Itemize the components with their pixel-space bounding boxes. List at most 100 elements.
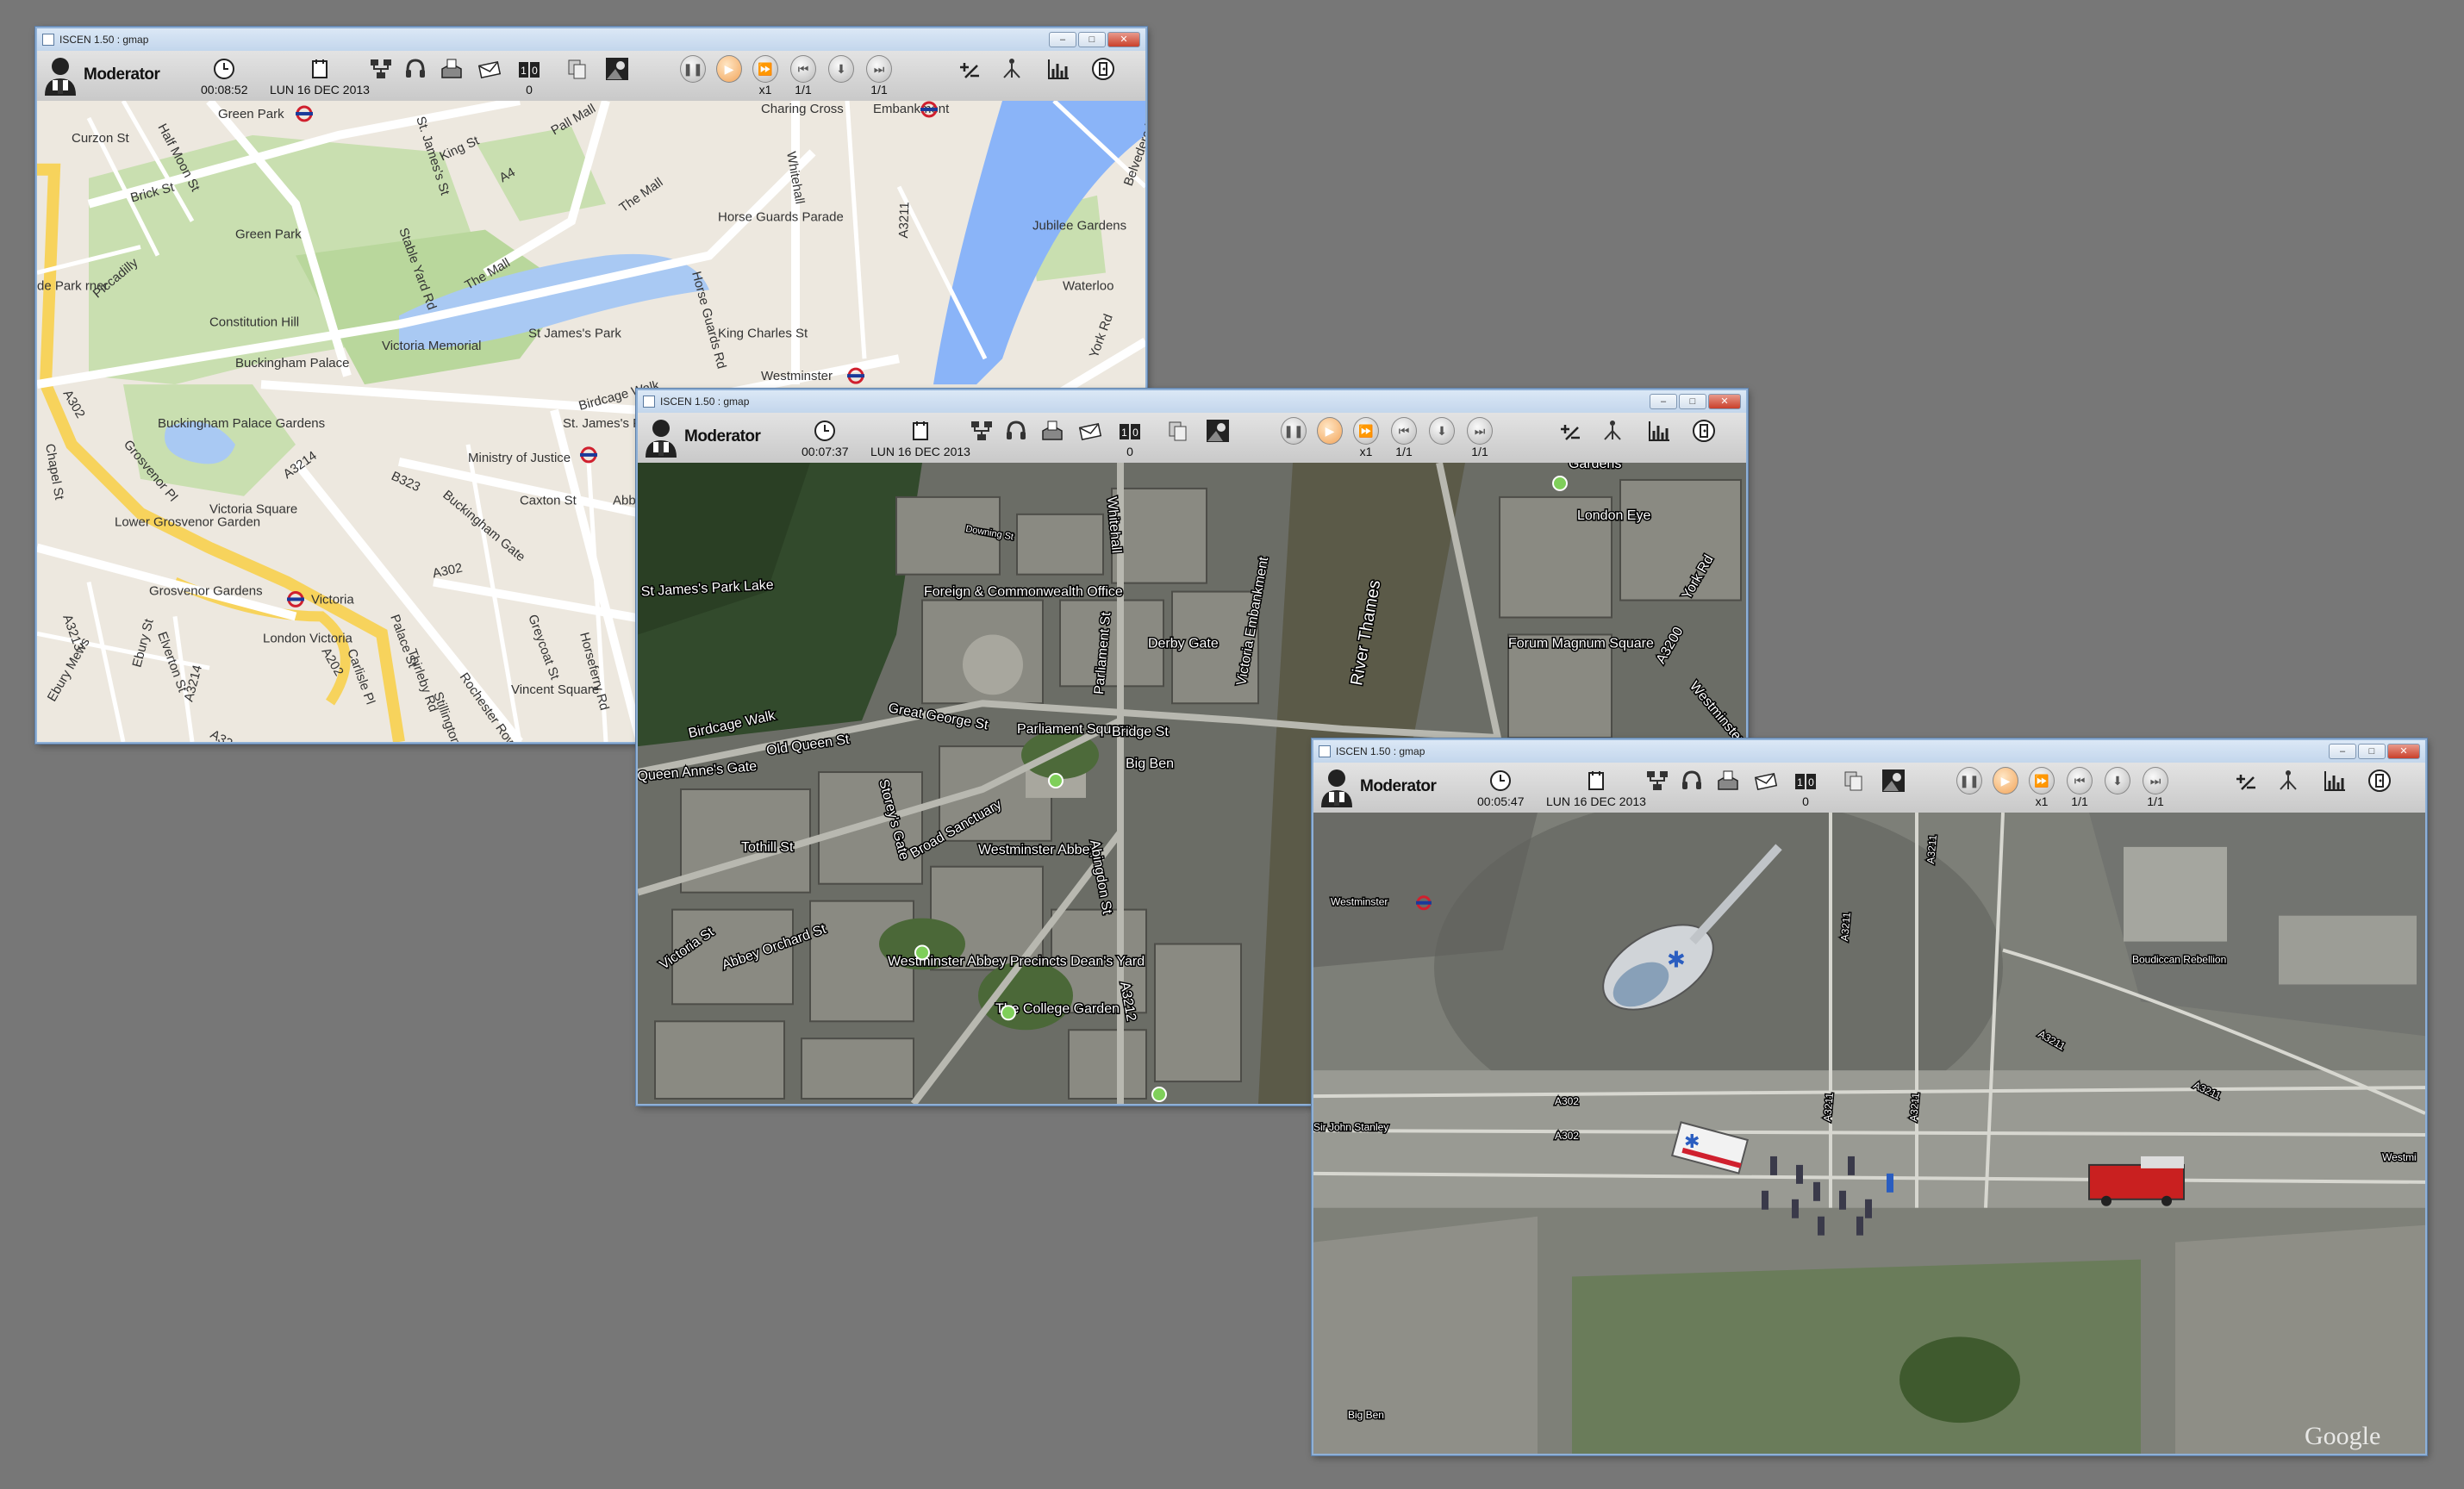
map-label: Curzon St xyxy=(72,131,129,146)
3d-scene-view[interactable]: ✱ ✱ Westminster Boudiccan Rebellion A321… xyxy=(1313,813,2425,1454)
tree-button[interactable] xyxy=(2275,763,2301,794)
map-label: Buckingham Palace Gardens xyxy=(158,416,325,431)
map-label: Abb xyxy=(613,494,636,508)
download-button[interactable]: ⬇ xyxy=(1429,413,1455,445)
minimize-button[interactable]: – xyxy=(1650,394,1677,409)
headset-button[interactable] xyxy=(1679,763,1705,794)
title-bar[interactable]: ISCEN 1.50 : gmap – □ ✕ xyxy=(37,28,1145,51)
photo-button[interactable] xyxy=(604,51,630,82)
inbox-button[interactable] xyxy=(1715,763,1741,794)
documents-button[interactable] xyxy=(565,51,590,82)
maximize-button[interactable]: □ xyxy=(1078,32,1106,47)
rewind-button[interactable]: ⏮ 1/1 xyxy=(790,51,816,97)
tree-button[interactable] xyxy=(1600,413,1625,444)
minimize-button[interactable]: – xyxy=(1049,32,1076,47)
headset-icon xyxy=(1003,418,1029,444)
map-label: Green Park xyxy=(218,107,284,121)
documents-button[interactable] xyxy=(1841,763,1867,794)
mail-icon xyxy=(1753,768,1779,794)
map-label: A302 xyxy=(1555,1130,1579,1142)
network-button[interactable] xyxy=(969,413,995,444)
map-label: Big Ben xyxy=(1126,757,1174,771)
maximize-button[interactable]: □ xyxy=(1679,394,1706,409)
play-button[interactable]: ▶ xyxy=(716,51,742,83)
current-date: LUN 16 DEC 2013 xyxy=(870,445,970,458)
play-button[interactable]: ▶ xyxy=(1317,413,1343,445)
exit-button[interactable] xyxy=(2367,763,2392,794)
map-label: Westminster xyxy=(761,369,833,383)
skip-icon: ⏭ xyxy=(866,55,892,83)
map-label: A3211 xyxy=(896,202,912,239)
fast-forward-button[interactable]: ⏩ x1 xyxy=(752,51,778,97)
rewind-button[interactable]: ⏮ 1/1 xyxy=(2067,763,2093,808)
inbox-button[interactable] xyxy=(1039,413,1065,444)
download-button[interactable]: ⬇ xyxy=(828,51,854,83)
3d-scene[interactable]: ✱ ✱ Westminster Boudiccan Rebellion A321… xyxy=(1313,813,2425,1454)
chart-icon xyxy=(2322,768,2348,794)
skip-button[interactable]: ⏭ 1/1 xyxy=(1467,413,1493,458)
elapsed-time: 00:05:47 xyxy=(1477,794,1525,808)
title-bar[interactable]: ISCEN 1.50 : gmap – □ ✕ xyxy=(638,390,1746,413)
window-title: ISCEN 1.50 : gmap xyxy=(660,396,750,408)
user-block[interactable]: Moderator xyxy=(42,54,160,96)
mail-button[interactable] xyxy=(1077,413,1103,444)
counter-value: 0 xyxy=(526,83,533,97)
close-button[interactable]: ✕ xyxy=(1708,394,1741,409)
chart-button[interactable] xyxy=(1045,51,1071,82)
skip-button[interactable]: ⏭ 1/1 xyxy=(866,51,892,97)
network-icon xyxy=(1644,768,1670,794)
network-icon xyxy=(969,418,995,444)
zoom-button[interactable] xyxy=(956,51,982,82)
svg-text:0: 0 xyxy=(1808,776,1814,788)
documents-button[interactable] xyxy=(1165,413,1191,444)
headset-button[interactable] xyxy=(1003,413,1029,444)
clock-icon xyxy=(211,56,237,82)
skip-button[interactable]: ⏭ 1/1 xyxy=(2143,763,2168,808)
headset-button[interactable] xyxy=(402,51,428,82)
svg-text:0: 0 xyxy=(1132,427,1138,439)
pause-button[interactable]: ❚❚ xyxy=(1956,763,1982,794)
fast-forward-icon: ⏩ xyxy=(2029,767,2055,794)
window-title: ISCEN 1.50 : gmap xyxy=(59,34,149,46)
mail-button[interactable] xyxy=(477,51,502,82)
maximize-button[interactable]: □ xyxy=(2358,744,2386,759)
inbox-button[interactable] xyxy=(439,51,465,82)
exit-button[interactable] xyxy=(1090,51,1116,82)
tree-icon xyxy=(1600,418,1625,444)
counter-display[interactable]: 10 0 xyxy=(1793,763,1818,808)
minimize-button[interactable]: – xyxy=(2329,744,2356,759)
close-button[interactable]: ✕ xyxy=(1107,32,1140,47)
counter-display[interactable]: 10 0 xyxy=(516,51,542,97)
fast-forward-button[interactable]: ⏩ x1 xyxy=(1353,413,1379,458)
toolbar: Moderator 00:07:37 LUN 16 DEC 2013 10 0 … xyxy=(638,413,1746,464)
chart-icon xyxy=(1646,418,1672,444)
photo-button[interactable] xyxy=(1881,763,1906,794)
user-block[interactable]: Moderator xyxy=(643,416,761,458)
counter-display[interactable]: 10 0 xyxy=(1117,413,1143,458)
title-bar[interactable]: ISCEN 1.50 : gmap – □ ✕ xyxy=(1313,740,2425,763)
rewind-button[interactable]: ⏮ 1/1 xyxy=(1391,413,1417,458)
network-button[interactable] xyxy=(1644,763,1670,794)
chart-button[interactable] xyxy=(2322,763,2348,794)
fast-forward-button[interactable]: ⏩ x1 xyxy=(2029,763,2055,808)
user-block[interactable]: Moderator xyxy=(1319,766,1437,807)
app-icon xyxy=(643,396,655,408)
exit-button[interactable] xyxy=(1691,413,1717,444)
close-button[interactable]: ✕ xyxy=(2387,744,2420,759)
network-button[interactable] xyxy=(368,51,394,82)
zoom-button[interactable] xyxy=(1556,413,1582,444)
photo-button[interactable] xyxy=(1205,413,1231,444)
zoom-button[interactable] xyxy=(2232,763,2258,794)
chart-button[interactable] xyxy=(1646,413,1672,444)
mail-button[interactable] xyxy=(1753,763,1779,794)
current-date: LUN 16 DEC 2013 xyxy=(1546,794,1646,808)
toolbar: Moderator 00:08:52 LUN 16 DEC 2013 10 0 … xyxy=(37,51,1145,102)
clock-icon xyxy=(1488,768,1513,794)
map-label: Horse Guards Parade xyxy=(718,210,844,225)
play-button[interactable]: ▶ xyxy=(1993,763,2018,794)
tree-button[interactable] xyxy=(999,51,1025,82)
download-button[interactable]: ⬇ xyxy=(2105,763,2130,794)
map-label: Jubilee Gardens xyxy=(1032,219,1126,234)
pause-button[interactable]: ❚❚ xyxy=(1281,413,1307,445)
pause-button[interactable]: ❚❚ xyxy=(680,51,706,83)
